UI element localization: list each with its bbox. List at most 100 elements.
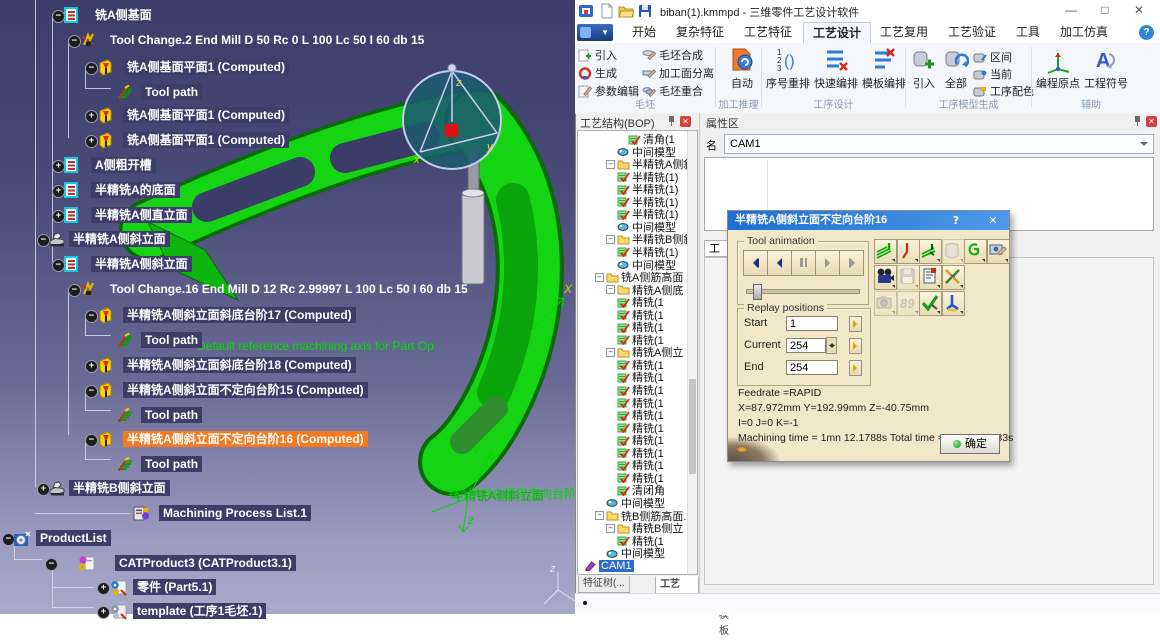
verify-check-button[interactable] (919, 291, 942, 316)
compass[interactable]: z x y (403, 64, 501, 169)
tree-item[interactable]: 半精铣A侧直立面 (91, 207, 192, 223)
ribbon-button-模板编排[interactable]: 模板编排 (861, 46, 907, 91)
panel-tab-特征树(...[interactable]: 特征树(... (578, 576, 630, 593)
toolpath-modify-button[interactable] (919, 239, 942, 264)
tree-item[interactable]: Tool Change.16 End Mill D 12 Rc 2.99997 … (106, 281, 472, 297)
new-file-icon[interactable] (599, 3, 615, 19)
transport-step-back-button[interactable] (767, 250, 792, 276)
tree-expander[interactable]: − (45, 558, 58, 571)
tree-expander[interactable]: − (85, 62, 98, 75)
tree-item[interactable]: CATProduct3 (CATProduct3.1) (115, 555, 296, 571)
tree-item[interactable]: 半精铣A侧斜立面斜底台阶18 (Computed) (123, 357, 356, 373)
ribbon-button-区间[interactable]: 区间 (973, 49, 1012, 65)
video-record-button[interactable] (874, 265, 897, 290)
bop-scrollbar[interactable] (687, 131, 697, 574)
tree-item[interactable]: template (工序1毛坯.1) (133, 603, 266, 619)
tree-item[interactable]: Tool path (141, 407, 202, 423)
tree-expander[interactable]: + (85, 360, 98, 373)
property-close-icon[interactable]: ✕ (1146, 116, 1157, 127)
dialog-title-bar[interactable]: 半精铣A侧斜立面不定向台阶16 (728, 211, 1009, 230)
tree-expander[interactable]: + (97, 582, 110, 595)
tree-item[interactable]: 铣A侧基面平面1 (Computed) (123, 132, 289, 148)
transport-fast-forward-button[interactable] (839, 250, 864, 276)
tree-expander[interactable]: − (606, 348, 615, 357)
photo-edit-button[interactable] (987, 239, 1010, 264)
tree-item[interactable]: 半精铣A侧斜立面不定向台阶15 (Computed) (123, 382, 368, 398)
tree-item[interactable]: 半精铣A侧斜立面 (69, 231, 170, 247)
start-input[interactable]: 1 (786, 316, 838, 331)
start-picker-button[interactable] (849, 316, 862, 332)
tree-item[interactable]: 铣A侧基面 (91, 7, 156, 23)
ribbon-button-全部[interactable]: 全部 (941, 46, 971, 91)
tab-工艺验证[interactable]: 工艺验证 (939, 22, 1005, 42)
bop-tree-item[interactable]: CAM1 (584, 560, 634, 572)
current-input[interactable]: 254 (786, 338, 826, 353)
tree-item[interactable]: Tool Change.2 End Mill D 50 Rc 0 L 100 L… (106, 32, 428, 48)
tree-item[interactable]: 铣A侧基面平面1 (Computed) (123, 107, 289, 123)
save-icon[interactable] (637, 3, 653, 19)
tab-复杂特征[interactable]: 复杂特征 (667, 22, 733, 42)
transport-to-start-button[interactable] (743, 250, 768, 276)
tree-expander[interactable]: + (97, 606, 110, 619)
tab-工艺设计[interactable]: 工艺设计 (803, 22, 871, 44)
current-picker-button[interactable] (849, 338, 862, 354)
tree-item[interactable]: Tool path (141, 332, 202, 348)
minimize-button[interactable]: — (1054, 0, 1088, 21)
tree-item[interactable]: 半精铣B侧斜立面 (69, 480, 170, 496)
toolpath-analyze-button[interactable] (942, 265, 965, 290)
transport-pause-button[interactable] (791, 250, 816, 276)
tree-item[interactable]: ProductList (36, 530, 111, 546)
slider-thumb[interactable] (753, 284, 762, 300)
tab-工艺复用[interactable]: 工艺复用 (871, 22, 937, 42)
end-input[interactable]: 254 (786, 360, 838, 375)
tab-工具[interactable]: 工具 (1007, 22, 1049, 42)
report-button[interactable] (919, 265, 942, 290)
tree-expander[interactable]: − (606, 524, 615, 533)
ribbon-button-快速编排[interactable]: 快速编排 (813, 46, 859, 91)
panel-tab-工艺结..[interactable]: 工艺结.. (655, 576, 699, 594)
end-picker-button[interactable] (849, 360, 862, 376)
bop-tree[interactable]: 清角(1中间模型−半精铣A侧斜半精铣(1)半精铣(1)半精铣(1)半精铣(1)中… (577, 130, 698, 575)
ribbon-button-加工面分离[interactable]: 加工面分离 (642, 65, 714, 81)
ribbon-button-编程原点[interactable]: 编程原点 (1035, 46, 1081, 91)
dialog-help-button[interactable]: ? (948, 213, 964, 228)
tree-item[interactable]: Machining Process List.1 (159, 505, 311, 521)
ribbon-button-引入[interactable]: 引入 (909, 46, 939, 91)
bop-tree-item[interactable]: 中间模型 (606, 547, 665, 559)
tree-expander[interactable]: − (85, 385, 98, 398)
app-menu-button[interactable]: ▼ (577, 24, 613, 41)
tree-item[interactable]: 铣A侧基面平面1 (Computed) (123, 59, 289, 75)
tree-item[interactable]: 半精铣A的底面 (91, 182, 180, 198)
tree-expander[interactable]: − (85, 310, 98, 323)
tree-item[interactable]: 半精铣A侧斜立面 (91, 256, 192, 272)
help-icon[interactable]: ? (1139, 25, 1154, 40)
scrollbar-thumb[interactable] (689, 379, 696, 474)
tree-item-label[interactable]: CAM1 (599, 560, 634, 572)
current-spinner[interactable] (826, 337, 837, 354)
tree-item[interactable]: Tool path (141, 84, 202, 100)
ribbon-button-序号重排[interactable]: 123()序号重排 (765, 46, 811, 91)
tree-expander[interactable]: − (606, 235, 615, 244)
ok-button[interactable]: 确定 (940, 434, 1000, 454)
feedrate-segment-button[interactable] (897, 239, 920, 264)
tree-expander[interactable]: − (85, 434, 98, 447)
pin-icon[interactable] (1134, 116, 1142, 126)
chevron-down-icon[interactable] (1140, 142, 1148, 150)
tree-expander[interactable]: + (85, 110, 98, 123)
transport-play-button[interactable] (815, 250, 840, 276)
ribbon-button-自动[interactable]: 自动 (719, 46, 765, 91)
bop-close-icon[interactable]: ✕ (680, 116, 691, 127)
tree-expander[interactable]: − (606, 160, 615, 169)
tree-item[interactable]: Tool path (141, 456, 202, 472)
tree-expander[interactable]: − (606, 285, 615, 294)
ribbon-button-生成[interactable]: 生成 (578, 65, 617, 81)
ribbon-button-工序配色[interactable]: 工序配色 (973, 83, 1034, 99)
name-combobox[interactable]: CAM1 (724, 134, 1154, 154)
tree-expander[interactable]: + (85, 135, 98, 148)
ribbon-button-毛坯重合[interactable]: 毛坯重合 (642, 83, 703, 99)
gcode-button[interactable] (964, 239, 987, 264)
tree-item[interactable]: 半精铣A侧斜立面斜底台阶17 (Computed) (123, 307, 356, 323)
tab-开始[interactable]: 开始 (623, 22, 665, 42)
replay-slider[interactable] (746, 289, 860, 294)
ribbon-button-参数编辑[interactable]: 参数编辑 (578, 83, 639, 99)
